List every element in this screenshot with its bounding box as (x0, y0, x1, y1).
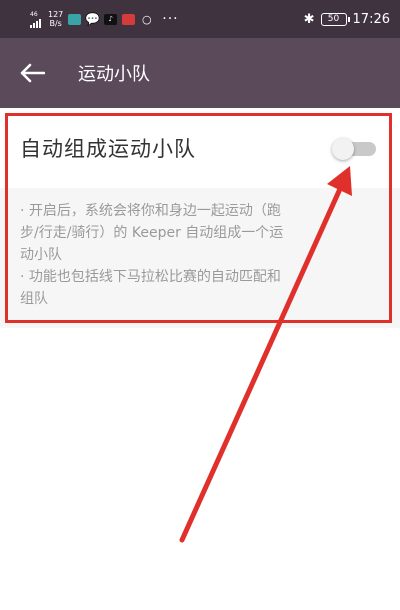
tiktok-app-icon: ♪ (104, 13, 118, 25)
setting-label: 自动组成运动小队 (20, 137, 196, 161)
bluetooth-icon: ✱ (303, 11, 315, 27)
back-arrow-icon (20, 63, 45, 83)
app-bar: 运动小队 (0, 38, 400, 108)
description-line: 动小队 (20, 247, 62, 263)
auto-team-toggle[interactable] (332, 137, 378, 160)
speed-value: 127 (48, 10, 64, 19)
status-left: 46 127 B/s 💬 ♪ ○ ··· (30, 10, 179, 28)
chat-app-icon: 💬 (85, 12, 101, 26)
toggle-thumb (332, 138, 354, 160)
status-time: 17:26 (352, 11, 390, 27)
speed-unit: B/s (49, 19, 62, 28)
notification-app-icon (68, 13, 82, 25)
description-line: · 开启后，系统会将你和身边一起运动（跑 (20, 203, 281, 219)
description-line: 组队 (20, 291, 48, 307)
circle-app-icon: ○ (141, 12, 152, 26)
more-notifications-icon: ··· (162, 11, 179, 27)
auto-team-setting-row[interactable]: 自动组成运动小队 (0, 108, 400, 188)
setting-description: · 开启后，系统会将你和身边一起运动（跑 步/行走/骑行）的 Keeper 自动… (0, 188, 400, 328)
cellular-signal-icon: 46 (30, 11, 41, 28)
back-button[interactable] (0, 38, 64, 108)
red-app-icon (122, 13, 136, 25)
description-line: 步/行走/骑行）的 Keeper 自动组成一个运 (20, 225, 284, 241)
status-bar: 46 127 B/s 💬 ♪ ○ ··· ✱ 50 17:26 (0, 0, 400, 38)
description-line: · 功能也包括线下马拉松比赛的自动匹配和 (20, 269, 281, 285)
page-title: 运动小队 (78, 64, 150, 85)
network-speed: 127 B/s (48, 10, 63, 28)
status-right: ✱ 50 17:26 (304, 12, 390, 27)
battery-level: 50 (327, 14, 340, 24)
battery-icon: 50 (320, 12, 350, 26)
